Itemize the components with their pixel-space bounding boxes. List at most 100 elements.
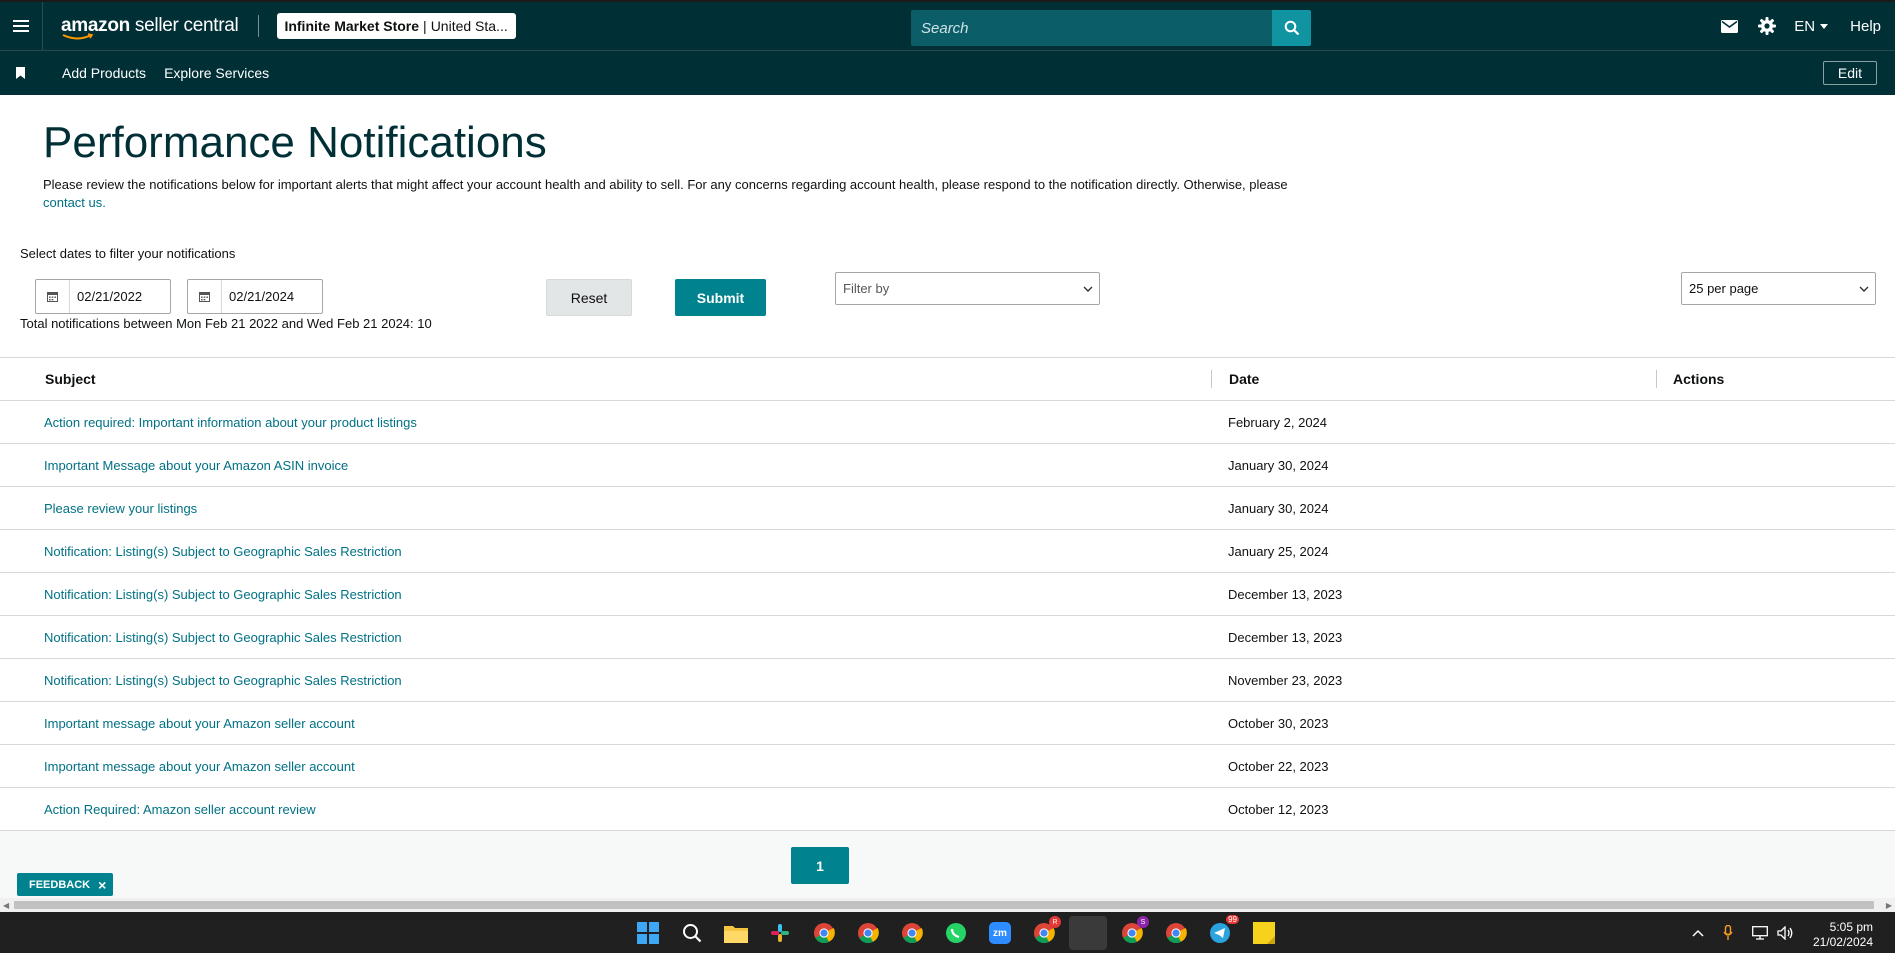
- shortcut-bar: Add Products Explore Services Edit: [0, 50, 1895, 95]
- reset-button[interactable]: Reset: [546, 279, 632, 316]
- telegram-badge: 99: [1226, 915, 1239, 924]
- header-date[interactable]: Date: [1229, 371, 1259, 387]
- store-name: Infinite Market Store: [284, 18, 420, 34]
- column-divider: [1211, 370, 1212, 388]
- gear-icon[interactable]: [1748, 2, 1786, 50]
- table-row: Notification: Listing(s) Subject to Geog…: [0, 616, 1895, 659]
- system-clock[interactable]: 5:05 pm 21/02/2024: [1813, 920, 1873, 950]
- chrome-profile-s-icon[interactable]: S: [1119, 916, 1149, 946]
- logo-sub: seller central: [129, 15, 239, 36]
- notification-subject-link[interactable]: Important message about your Amazon sell…: [44, 716, 355, 731]
- notification-subject-link[interactable]: Please review your listings: [44, 501, 197, 516]
- table-row: Important Message about your Amazon ASIN…: [0, 444, 1895, 487]
- profile-badge: R: [1049, 916, 1061, 928]
- active-window-indicator: [1069, 916, 1107, 950]
- file-explorer-icon[interactable]: [723, 920, 749, 946]
- edit-button[interactable]: Edit: [1822, 61, 1877, 85]
- sticky-notes-icon[interactable]: [1251, 920, 1277, 946]
- search-icon: [1284, 20, 1299, 36]
- chrome-icon[interactable]: [855, 920, 881, 946]
- column-divider: [1656, 370, 1657, 388]
- mail-icon[interactable]: [1710, 2, 1748, 50]
- calendar-icon[interactable]: [188, 280, 222, 313]
- horizontal-scrollbar[interactable]: ◀ ▶: [0, 898, 1895, 912]
- pagination-area: 1: [0, 831, 1895, 898]
- hamburger-menu-icon[interactable]: [0, 2, 43, 50]
- table-body: Action required: Important information a…: [0, 401, 1895, 831]
- nav-explore-services[interactable]: Explore Services: [164, 65, 269, 81]
- seller-central-logo[interactable]: amazon seller central: [61, 2, 239, 50]
- search-button[interactable]: [1272, 10, 1311, 46]
- clock-date: 21/02/2024: [1812, 935, 1873, 949]
- chevron-up-icon[interactable]: [1689, 925, 1707, 941]
- zoom-label: zm: [989, 922, 1011, 944]
- notification-subject-link[interactable]: Notification: Listing(s) Subject to Geog…: [44, 673, 402, 688]
- search-bar: Search: [911, 10, 1311, 46]
- notification-subject-link[interactable]: Notification: Listing(s) Subject to Geog…: [44, 544, 402, 559]
- date-to-value[interactable]: 02/21/2024: [222, 280, 322, 313]
- chrome-icon[interactable]: [811, 920, 837, 946]
- chevron-down-icon: [1083, 286, 1093, 292]
- filter-by-select[interactable]: Filter by: [835, 272, 1100, 305]
- telegram-icon[interactable]: 99: [1207, 915, 1239, 946]
- chrome-icon[interactable]: [899, 920, 925, 946]
- feedback-close-icon[interactable]: ×: [98, 877, 106, 893]
- search-input[interactable]: Search: [911, 10, 1272, 46]
- date-from-field[interactable]: 02/21/2022: [35, 279, 171, 314]
- bookmark-icon[interactable]: [0, 67, 40, 79]
- notification-subject-link[interactable]: Action required: Important information a…: [44, 415, 417, 430]
- header-subject[interactable]: Subject: [45, 371, 96, 387]
- display-icon[interactable]: [1751, 925, 1769, 941]
- notification-subject-link[interactable]: Important message about your Amazon sell…: [44, 759, 355, 774]
- table-row: Action Required: Amazon seller account r…: [0, 788, 1895, 831]
- notification-subject-link[interactable]: Notification: Listing(s) Subject to Geog…: [44, 587, 402, 602]
- whatsapp-icon[interactable]: [943, 920, 969, 946]
- table-row: Notification: Listing(s) Subject to Geog…: [0, 530, 1895, 573]
- notification-date: October 22, 2023: [1228, 759, 1329, 774]
- profile-badge: S: [1137, 916, 1149, 928]
- date-from-value[interactable]: 02/21/2022: [70, 280, 170, 313]
- microphone-icon[interactable]: [1719, 925, 1737, 941]
- notification-subject-link[interactable]: Action Required: Amazon seller account r…: [44, 802, 316, 817]
- chrome-icon[interactable]: [1163, 920, 1189, 946]
- notification-date: December 13, 2023: [1228, 587, 1343, 602]
- caret-down-icon: [1820, 23, 1829, 29]
- notification-date: January 25, 2024: [1228, 544, 1329, 559]
- table-header: Subject Date Actions: [0, 358, 1895, 401]
- notifications-table: Subject Date Actions Action required: Im…: [0, 357, 1895, 831]
- contact-us-link[interactable]: contact us.: [43, 195, 106, 210]
- chrome-profile-r-icon[interactable]: R: [1031, 916, 1061, 946]
- notification-subject-link[interactable]: Notification: Listing(s) Subject to Geog…: [44, 630, 402, 645]
- per-page-select[interactable]: 25 per page: [1681, 272, 1876, 305]
- language-selector[interactable]: EN: [1786, 18, 1838, 35]
- date-to-field[interactable]: 02/21/2024: [187, 279, 323, 314]
- taskbar-search-icon[interactable]: [679, 920, 705, 946]
- store-region: United Sta...: [430, 18, 508, 34]
- nav-add-products[interactable]: Add Products: [62, 65, 146, 81]
- volume-icon[interactable]: [1776, 925, 1794, 941]
- description-text: Please review the notifications below fo…: [43, 177, 1288, 192]
- chevron-down-icon: [1859, 286, 1869, 292]
- submit-button[interactable]: Submit: [675, 279, 766, 316]
- help-link[interactable]: Help: [1838, 18, 1895, 35]
- feedback-tab[interactable]: FEEDBACK ×: [17, 873, 114, 896]
- page-1-button[interactable]: 1: [791, 847, 849, 884]
- notification-subject-link[interactable]: Important Message about your Amazon ASIN…: [44, 458, 348, 473]
- slack-icon[interactable]: [767, 920, 793, 946]
- clock-time: 5:05 pm: [1829, 920, 1873, 934]
- store-selector[interactable]: Infinite Market Store | United Sta...: [277, 13, 517, 39]
- header-divider: [258, 15, 260, 37]
- table-row: Important message about your Amazon sell…: [0, 702, 1895, 745]
- scrollbar-thumb[interactable]: [14, 901, 1874, 909]
- scroll-left-icon[interactable]: ◀: [3, 901, 9, 910]
- amazon-smile-icon: [62, 33, 94, 40]
- windows-start-icon[interactable]: [635, 920, 661, 946]
- page-description: Please review the notifications below fo…: [43, 176, 1323, 212]
- notification-date: January 30, 2024: [1228, 501, 1329, 516]
- notification-date: November 23, 2023: [1228, 673, 1343, 688]
- table-row: Important message about your Amazon sell…: [0, 745, 1895, 788]
- zoom-icon[interactable]: zm: [987, 920, 1013, 946]
- calendar-icon[interactable]: [36, 280, 70, 313]
- language-label: EN: [1794, 17, 1816, 35]
- scroll-right-icon[interactable]: ▶: [1886, 901, 1892, 910]
